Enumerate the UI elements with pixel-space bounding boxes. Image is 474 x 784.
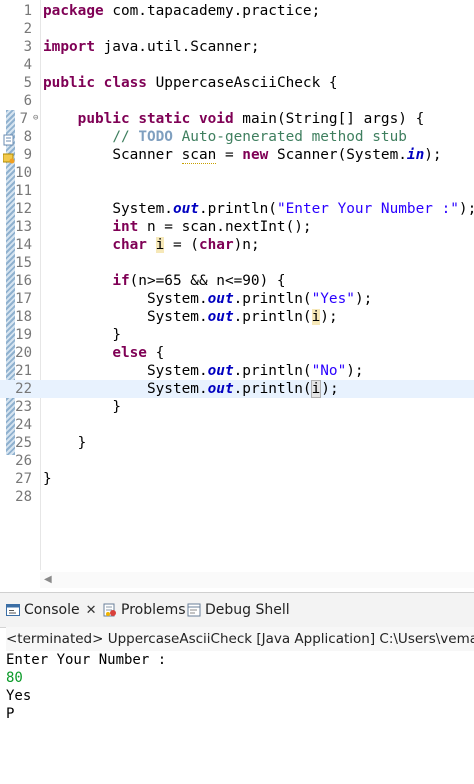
code-line[interactable]: 13 int n = scan.nextInt(); bbox=[0, 218, 474, 236]
process-status: <terminated> UppercaseAsciiCheck [Java A… bbox=[6, 627, 474, 651]
code-text: } bbox=[77, 435, 87, 451]
code-line[interactable]: 19 } bbox=[0, 326, 474, 344]
code-line[interactable]: 4 bbox=[0, 56, 474, 74]
code-line[interactable]: 14 char i = (char)n; bbox=[0, 236, 474, 254]
line-number: 11 bbox=[15, 183, 32, 199]
line-number: 13 bbox=[15, 219, 32, 235]
code-text: } bbox=[43, 471, 52, 487]
tab-debug-shell[interactable]: Debug Shell bbox=[187, 593, 290, 627]
code-line[interactable]: 16 if(n>=65 && n<=90) { bbox=[0, 272, 474, 290]
output-line: Yes bbox=[6, 688, 32, 704]
line-number: 15 bbox=[15, 255, 32, 271]
code-text: char i = (char)n; bbox=[112, 237, 260, 253]
console-output[interactable]: Enter Your Number : 80 Yes P bbox=[6, 651, 474, 723]
code-line[interactable]: 11 bbox=[0, 182, 474, 200]
line-number: 5 bbox=[23, 75, 32, 91]
code-text: package com.tapacademy.practice; bbox=[43, 3, 321, 19]
line-number: 20 bbox=[15, 345, 32, 361]
code-text: } bbox=[112, 327, 121, 343]
line-number: 17 bbox=[15, 291, 32, 307]
code-line[interactable]: 1 package com.tapacademy.practice; bbox=[0, 2, 474, 20]
line-number: 12 bbox=[15, 201, 32, 217]
line-number: 25 bbox=[15, 435, 32, 451]
horizontal-scrollbar[interactable]: ◀ bbox=[40, 572, 474, 588]
line-number: 8 bbox=[23, 129, 32, 145]
output-line: P bbox=[6, 706, 15, 722]
code-line[interactable]: 24 bbox=[0, 416, 474, 434]
code-text: System.out.println(i); bbox=[146, 309, 338, 325]
code-text: public class UppercaseAsciiCheck { bbox=[43, 75, 338, 91]
code-line[interactable]: 23 } bbox=[0, 398, 474, 416]
line-number: 4 bbox=[23, 57, 32, 73]
code-line[interactable]: 21 System.out.println("No"); bbox=[0, 362, 474, 380]
code-text: } bbox=[112, 399, 121, 415]
code-text: import java.util.Scanner; bbox=[43, 39, 260, 55]
line-number: 6 bbox=[23, 93, 32, 109]
code-text: else { bbox=[112, 345, 165, 361]
line-number: 7 bbox=[19, 111, 28, 127]
scroll-left-icon[interactable]: ◀ bbox=[44, 574, 52, 585]
code-line[interactable]: 26 bbox=[0, 452, 474, 470]
line-number: 2 bbox=[23, 21, 32, 37]
line-number: 27 bbox=[15, 471, 32, 487]
line-number: 23 bbox=[15, 399, 32, 415]
console-icon bbox=[6, 603, 20, 617]
tab-label: Problems bbox=[121, 602, 186, 618]
code-text: System.out.println("Enter Your Number :"… bbox=[112, 201, 474, 217]
code-line[interactable]: 10 bbox=[0, 164, 474, 182]
tab-label: Debug Shell bbox=[205, 602, 290, 618]
code-line[interactable]: 8 // TODO Auto-generated method stub bbox=[0, 128, 474, 146]
console-panel: Console ✕ Problems Debug Shell <terminat… bbox=[0, 592, 474, 784]
line-number: 9 bbox=[23, 147, 32, 163]
line-number: 16 bbox=[15, 273, 32, 289]
line-number: 28 bbox=[15, 489, 32, 505]
output-line: Enter Your Number : bbox=[6, 652, 167, 668]
code-text: Scanner scan = new Scanner(System.in); bbox=[112, 147, 442, 164]
code-line[interactable]: 5 public class UppercaseAsciiCheck { bbox=[0, 74, 474, 92]
line-number: 14 bbox=[15, 237, 32, 253]
view-tabs: Console ✕ Problems Debug Shell bbox=[0, 593, 474, 628]
code-line[interactable]: 27 } bbox=[0, 470, 474, 488]
code-line[interactable]: 20 else { bbox=[0, 344, 474, 362]
line-number: 18 bbox=[15, 309, 32, 325]
line-number: 21 bbox=[15, 363, 32, 379]
tab-console[interactable]: Console ✕ bbox=[6, 593, 96, 627]
user-input-line: 80 bbox=[6, 670, 23, 686]
code-line[interactable]: 15 bbox=[0, 254, 474, 272]
code-text: public static void main(String[] args) { bbox=[77, 111, 425, 127]
code-line[interactable]: 17 System.out.println("Yes"); bbox=[0, 290, 474, 308]
line-number: 10 bbox=[15, 165, 32, 181]
code-text: // TODO Auto-generated method stub bbox=[112, 129, 407, 145]
code-line[interactable]: 18 System.out.println(i); bbox=[0, 308, 474, 326]
code-editor[interactable]: 1 package com.tapacademy.practice; 2 3 i… bbox=[0, 0, 474, 588]
code-text: int n = scan.nextInt(); bbox=[112, 219, 312, 235]
code-line[interactable]: 6 bbox=[0, 92, 474, 110]
line-number: 3 bbox=[23, 39, 32, 55]
code-line[interactable]: 25 } bbox=[0, 434, 474, 452]
code-line[interactable]: 7 ⊖ public static void main(String[] arg… bbox=[0, 110, 474, 128]
tab-problems[interactable]: Problems bbox=[103, 593, 186, 627]
line-number: 22 bbox=[15, 381, 32, 397]
line-number: 24 bbox=[15, 417, 32, 433]
line-number: 26 bbox=[15, 453, 32, 469]
code-text: System.out.println(i); bbox=[146, 380, 339, 398]
code-line[interactable]: 28 bbox=[0, 488, 474, 506]
close-icon[interactable]: ✕ bbox=[86, 603, 97, 618]
code-line[interactable]: 3 import java.util.Scanner; bbox=[0, 38, 474, 56]
code-line[interactable]: 2 bbox=[0, 20, 474, 38]
code-line[interactable]: 12 System.out.println("Enter Your Number… bbox=[0, 200, 474, 218]
code-line[interactable]: 9 Scanner scan = new Scanner(System.in); bbox=[0, 146, 474, 164]
debug-shell-icon bbox=[187, 603, 201, 617]
code-text: if(n>=65 && n<=90) { bbox=[112, 273, 286, 289]
code-text: System.out.println("No"); bbox=[146, 363, 364, 379]
line-number: 1 bbox=[23, 3, 32, 19]
code-line-current[interactable]: 22 System.out.println(i); bbox=[0, 380, 474, 398]
code-text: System.out.println("Yes"); bbox=[146, 291, 373, 307]
problems-icon bbox=[103, 603, 117, 617]
fold-collapse-icon[interactable]: ⊖ bbox=[33, 113, 38, 123]
line-number: 19 bbox=[15, 327, 32, 343]
tab-label: Console bbox=[24, 602, 80, 618]
